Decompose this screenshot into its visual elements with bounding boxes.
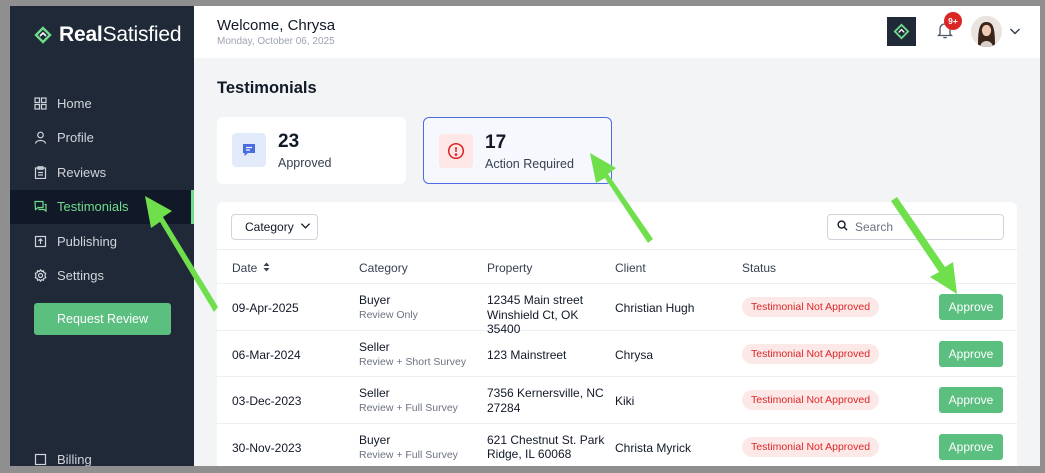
row-property: 621 Chestnut St. Park Ridge, IL 60068 <box>487 432 605 462</box>
stat-value: 17 <box>485 132 507 153</box>
row-category: Seller Review + Short Survey <box>359 340 466 368</box>
app-window: RealSatisfied Home Profile Reviews Testi… <box>10 6 1040 466</box>
sidebar: RealSatisfied Home Profile Reviews Testi… <box>10 6 194 466</box>
top-header: Welcome, Chrysa Monday, October 06, 2025… <box>194 6 1040 58</box>
column-header-status: Status <box>742 261 777 275</box>
column-header-property: Property <box>487 261 533 275</box>
column-header-category: Category <box>359 261 408 275</box>
table-row: 30-Nov-2023 Buyer Review + Full Survey 62… <box>217 424 1017 467</box>
row-category: Buyer Review Only <box>359 293 418 321</box>
table-row: 09-Apr-2025 Buyer Review Only 12345 Main … <box>217 284 1017 336</box>
logo-diamond-icon <box>34 26 52 44</box>
user-icon <box>34 131 47 144</box>
row-client: Chrysa <box>615 347 654 362</box>
sidebar-item-label: Testimonials <box>57 199 129 215</box>
testimonials-table-card: Category Date Category Property Client S… <box>217 202 1017 466</box>
category-subtype: Review + Full Survey <box>359 448 458 461</box>
search-input[interactable] <box>855 220 995 234</box>
row-date: 30-Nov-2023 <box>232 440 302 455</box>
sidebar-item-label: Billing <box>57 452 92 466</box>
chevron-down-icon[interactable] <box>1009 24 1021 36</box>
category-name: Buyer <box>359 432 391 447</box>
row-category: Seller Review + Full Survey <box>359 386 458 414</box>
column-header-client: Client <box>615 261 646 275</box>
row-property: 7356 Kernersville, NC 27284 <box>487 386 604 415</box>
row-date: 09-Apr-2025 <box>232 301 299 315</box>
clipboard-icon <box>34 165 47 179</box>
request-review-button[interactable]: Request Review <box>34 303 171 335</box>
category-name: Seller <box>359 386 390 400</box>
category-name: Buyer <box>359 293 391 307</box>
status-badge: Testimonial Not Approved <box>742 390 880 410</box>
sidebar-item-testimonials[interactable]: Testimonials <box>10 189 194 224</box>
stat-label: Action Required <box>485 157 574 171</box>
sidebar-item-label: Publishing <box>57 233 117 249</box>
category-subtype: Review + Short Survey <box>359 355 467 368</box>
category-name: Seller <box>359 339 390 354</box>
approve-button[interactable]: Approve <box>939 433 1003 460</box>
current-date: Monday, October 06, 2025 <box>217 36 335 47</box>
sidebar-item-reviews[interactable]: Reviews <box>10 155 194 190</box>
column-header-date[interactable]: Date <box>232 261 270 275</box>
sidebar-item-profile[interactable]: Profile <box>10 121 194 156</box>
avatar[interactable] <box>971 16 1002 47</box>
table-header: Date Category Property Client Status <box>217 249 1017 284</box>
category-dropdown[interactable]: Category <box>231 214 318 240</box>
sidebar-nav: Home Profile Reviews Testimonials Publis… <box>10 86 194 293</box>
sidebar-item-settings[interactable]: Settings <box>10 259 194 294</box>
row-category: Buyer Review + Full Survey <box>359 433 458 461</box>
welcome-text: Welcome, Chrysa <box>217 17 336 34</box>
status-badge: Testimonial Not Approved <box>742 343 880 364</box>
stat-card-action-required[interactable]: 17 Action Required <box>423 117 612 184</box>
alert-icon <box>439 134 473 168</box>
gear-icon <box>34 269 47 283</box>
status-badge: Testimonial Not Approved <box>742 436 880 457</box>
search-box[interactable] <box>827 214 1004 240</box>
chat-icon <box>34 200 47 213</box>
row-property: 123 Mainstreet <box>487 347 567 362</box>
table-row: 03-Dec-2023 Seller Review + Full Survey 7… <box>217 377 1017 424</box>
row-date: 03-Dec-2023 <box>232 394 302 408</box>
stat-value: 23 <box>278 131 300 152</box>
notification-badge: 9+ <box>944 12 962 30</box>
status-badge: Testimonial Not Approved <box>742 297 880 317</box>
row-client: Christian Hugh <box>615 301 695 315</box>
sidebar-item-label: Profile <box>57 130 94 146</box>
search-icon <box>837 218 848 236</box>
sidebar-item-publishing[interactable]: Publishing <box>10 224 194 259</box>
brand-logo-thumbnail[interactable] <box>887 17 916 46</box>
table-row: 06-Mar-2024 Seller Review + Short Survey … <box>217 331 1017 377</box>
logo[interactable]: RealSatisfied <box>34 22 182 48</box>
row-date: 06-Mar-2024 <box>232 347 301 362</box>
sidebar-item-label: Reviews <box>57 164 107 180</box>
category-subtype: Review + Full Survey <box>359 402 458 414</box>
logo-text-bold: Real <box>59 23 103 46</box>
sidebar-item-label: Home <box>57 95 92 111</box>
category-dropdown-label: Category <box>245 220 294 234</box>
chevron-down-icon <box>300 220 311 234</box>
sidebar-item-billing[interactable]: Billing <box>34 452 92 466</box>
message-icon <box>232 133 266 167</box>
sort-icon <box>263 261 270 275</box>
row-client: Kiki <box>615 394 635 408</box>
row-client: Christa Myrick <box>615 440 692 455</box>
stat-card-approved[interactable]: 23 Approved <box>217 117 406 184</box>
billing-icon <box>34 453 47 466</box>
column-header-label: Date <box>232 261 258 275</box>
approve-button[interactable]: Approve <box>939 340 1003 367</box>
approve-button[interactable]: Approve <box>939 387 1003 413</box>
grid-icon <box>34 97 47 110</box>
approve-button[interactable]: Approve <box>939 294 1003 320</box>
page-title: Testimonials <box>217 79 317 97</box>
category-subtype: Review Only <box>359 309 418 321</box>
sidebar-item-home[interactable]: Home <box>10 86 194 121</box>
logo-text-light: Satisfied <box>102 23 182 46</box>
upload-icon <box>34 235 47 248</box>
stat-label: Approved <box>278 156 332 170</box>
sidebar-item-label: Settings <box>57 268 104 284</box>
